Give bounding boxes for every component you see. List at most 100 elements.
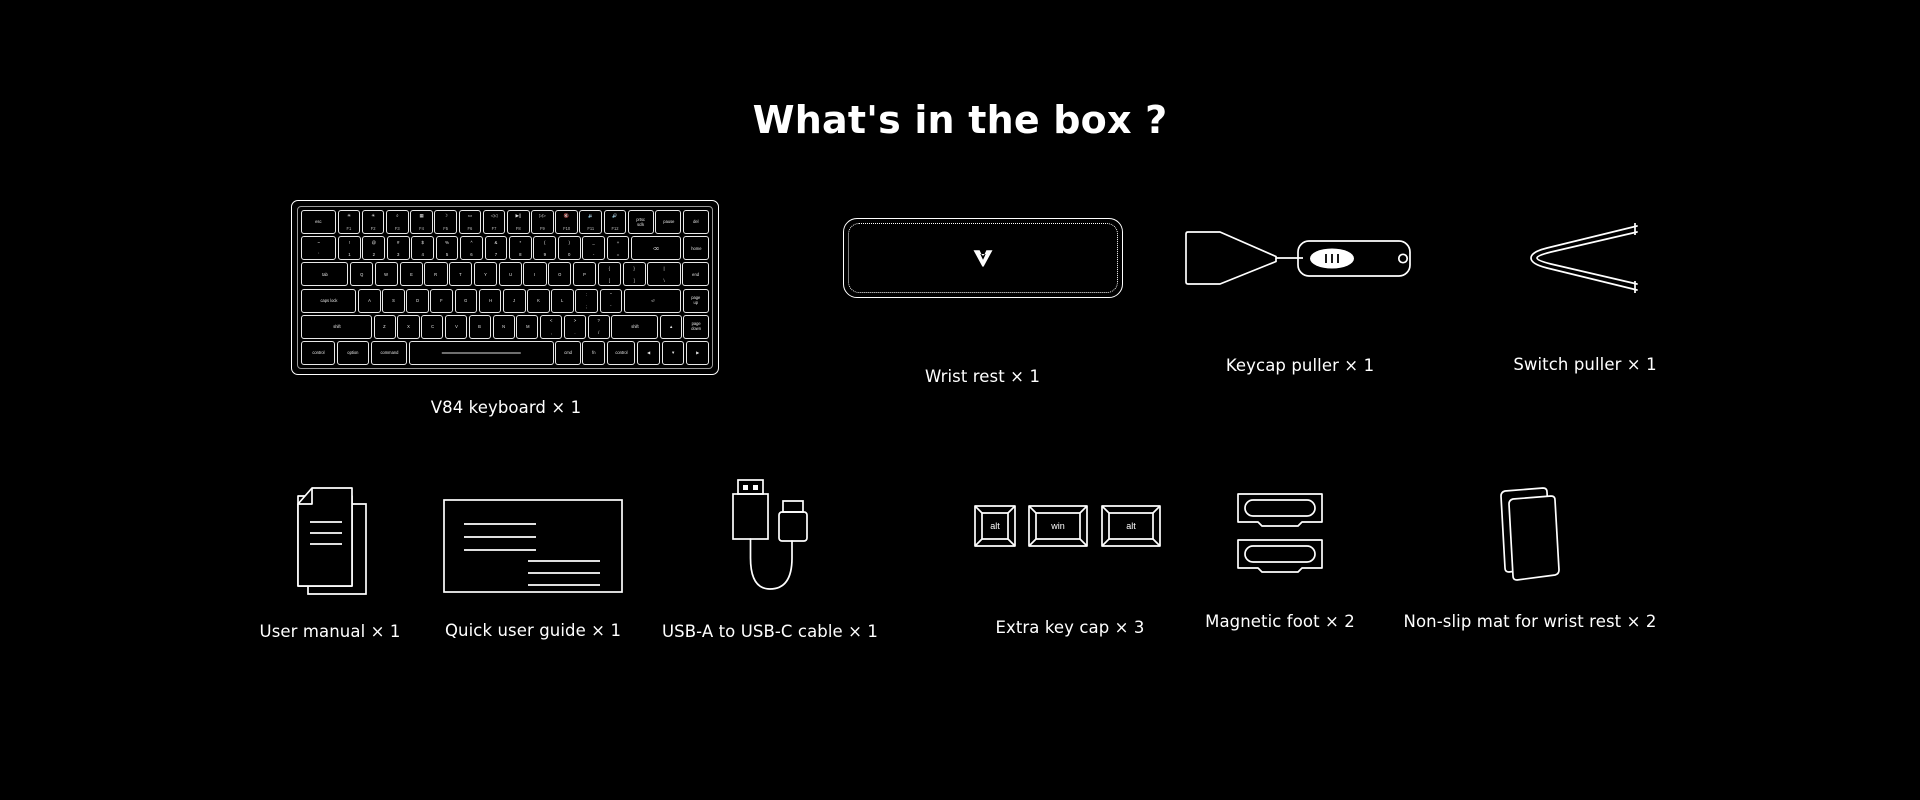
keyboard-key: {[ [597,262,621,287]
box-item-keyboard: esc ☀ F1 ☀ F2 ⌕ F3 ▦ F4 ☽ F5 ▭ F6 ◁◁ F7 ▶|| F8 ▷▷ F9 🔇 F10 🔉 F… [291,200,721,417]
keyboard-key: N [492,314,515,339]
keyboard-key: end [682,262,710,287]
keyboard-key: + = [606,236,630,261]
keyboard-key: M [516,314,539,339]
keyboard-row: control option command cmd fn control ◀ ▼ ▶ [301,340,709,365]
keyboard-key: L [551,288,574,313]
keyboard-key: <, [540,314,563,339]
keyboard-key: control [606,340,636,365]
keyboard-key: O [548,262,572,287]
keyboard-key: ▦ F4 [410,210,433,234]
keyboard-key: pause [655,210,682,234]
page-title: What's in the box ? [752,98,1168,142]
keyboard-key: P [572,262,597,287]
keyboard-key: :; [575,288,599,313]
keyboard-key: S [382,288,405,313]
keyboard-key: ▼ [661,340,685,365]
keycap-label-2: win [1050,521,1065,531]
caption-magnetic-foot: Magnetic foot × 2 [1205,612,1355,631]
keyboard-key: _ - [582,236,606,261]
keyboard-key: F [430,288,454,313]
keyboard-key: A [357,288,381,313]
keyboard-row: esc ☀ F1 ☀ F2 ⌕ F3 ▦ F4 ☽ F5 ▭ F6 ◁◁ F7 ▶|| F8 ▷▷ F9 🔇 F10 🔉 F… [301,210,709,234]
caption-non-slip-mat: Non-slip mat for wrist rest × 2 [1403,612,1657,631]
keyboard-key: ~ ` [301,236,337,261]
keyboard-key: * 8 [508,236,532,261]
whats-in-the-box-page: What's in the box ? esc ☀ F1 ☀ F2 ⌕ F3 ▦ F4 ☽ F5 ▭ F… [0,0,1920,800]
keyboard-key: ☀ F2 [361,210,385,234]
keyboard-key: prtsc sclk [627,210,654,234]
keyboard-key: #3 [386,236,410,261]
caption-keycap-puller: Keycap puller × 1 [1225,356,1375,375]
box-item-keycap-puller: Keycap puller × 1 [1170,220,1430,375]
keyboard-key: D [406,288,429,313]
switch-puller-icon [1525,218,1645,298]
caption-keyboard: V84 keyboard × 1 [430,398,582,417]
keyboard-key: ⌫ [631,236,682,261]
keyboard-key: ! 1 [337,236,361,261]
keyboard-key: 🔇 F10 [555,210,578,234]
box-item-quick-guide: Quick user guide × 1 [418,498,648,640]
keyboard-key: X [397,314,420,339]
keyboard-key: | \ [647,262,681,287]
v-brand-logo-icon [972,247,994,269]
keyboard-key: option [337,340,370,365]
keyboard-key: ⌕ F3 [385,210,409,234]
caption-quick-guide: Quick user guide × 1 [444,621,622,640]
keyboard-key: >. [563,314,587,339]
keyboard-key: home [682,236,710,261]
keyboard-key: B [468,314,491,339]
keyboard-key: Y [473,262,498,287]
keyboard-key: esc [301,210,337,234]
box-item-usb-cable: USB-A to USB-C cable × 1 [645,476,895,641]
keyboard-key: K [527,288,550,313]
keyboard-key: page up [682,288,709,313]
keyboard-key: 🔉 F11 [579,210,603,234]
keyboard-key: ▶|| F8 [506,210,530,234]
documents-icon [280,482,380,600]
keyboard-key: $4 [411,236,435,261]
keyboard-key: (9 [533,236,557,261]
keyboard-key: % 5 [435,236,459,261]
keyboard-key: J [502,288,526,313]
caption-usb-cable: USB-A to USB-C cable × 1 [662,622,878,641]
box-item-switch-puller: Switch puller × 1 [1440,218,1730,374]
keycap-puller-icon [1180,220,1420,298]
keyboard-key [409,340,554,365]
guide-sheet-icon [442,498,624,594]
keyboard-key: tab [301,262,349,287]
keyboard-row: caps lock A S D F G H J K L:; " ' ⏎ page up [301,288,709,313]
keyboard-key: C [421,314,444,339]
usb-cable-icon [720,476,820,600]
keyboard-key: V [444,314,468,339]
box-item-user-manual: User manual × 1 [240,482,420,641]
keyboard-key: ▲ [659,314,682,339]
keyboard-key: caps lock [301,288,357,313]
non-slip-mat-icon [1485,486,1575,586]
keycap-label-3: alt [1126,521,1136,531]
box-item-magnetic-foot: Magnetic foot × 2 [1180,490,1380,631]
caption-switch-puller: Switch puller × 1 [1513,355,1657,374]
keyboard-key: control [301,340,336,365]
keyboard-key: ) 0 [557,236,581,261]
keyboard-key: " ' [599,288,623,313]
keyboard-key: command [370,340,408,365]
keyboard-key: ? / [587,314,610,339]
keyboard-row: shift Z X C V B N M <, >.? / shift ▲ page down [301,314,709,339]
keycaps-icon: alt win alt [972,500,1168,562]
keyboard-row: tab Q W E R T Y U I O P{[}] | \ end [301,262,710,287]
keyboard-key: & 7 [484,236,508,261]
keyboard-icon: esc ☀ F1 ☀ F2 ⌕ F3 ▦ F4 ☽ F5 ▭ F6 ◁◁ F7 ▶|| F8 ▷▷ F9 🔇 F10 🔉 F… [291,200,721,375]
keyboard-key: ☽ F5 [434,210,457,234]
keycap-label-1: alt [990,521,1000,531]
keyboard-key: I [523,262,547,287]
keyboard-key: shift [611,314,659,339]
keyboard-key: cmd [555,340,581,365]
keyboard-key: page down [683,314,709,339]
keyboard-key: 🔊 F12 [603,210,627,234]
keyboard-key: del [683,210,709,234]
keyboard-key: ^ 6 [460,236,483,261]
box-item-non-slip-mat: Non-slip mat for wrist rest × 2 [1380,486,1680,631]
keyboard-key: W [374,262,399,287]
keyboard-row: ~ `! 1 @2 #3 $4% 5 ^ 6 & 7 * 8(9) 0 _ - + = ⌫ home [301,236,710,261]
